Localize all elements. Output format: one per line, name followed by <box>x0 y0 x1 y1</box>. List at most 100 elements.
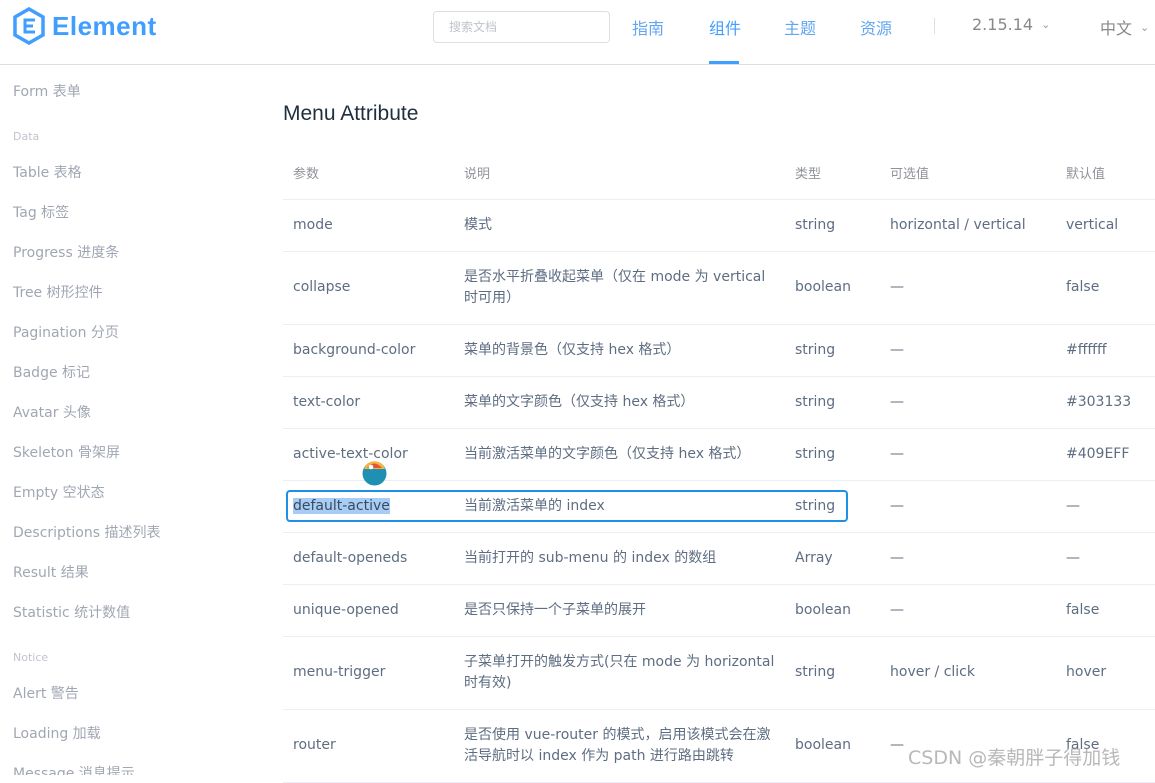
cell-type: string <box>785 376 880 429</box>
search-input[interactable]: 搜索文档 <box>433 11 610 43</box>
cell-options: — <box>880 584 1056 637</box>
cell-param: menu-trigger <box>283 636 454 710</box>
cell-param: router <box>283 709 454 783</box>
cell-options: — <box>880 251 1056 325</box>
page-title: Menu Attribute <box>283 102 419 125</box>
column-header-default: 默认值 <box>1056 147 1155 200</box>
nav-theme[interactable]: 主题 <box>784 15 816 39</box>
table-row: default-openeds 当前打开的 sub-menu 的 index 的… <box>283 532 1155 585</box>
cell-desc: 是否水平折叠收起菜单（仅在 mode 为 vertical 时可用） <box>454 251 785 325</box>
cell-default: #409EFF <box>1056 428 1155 481</box>
cell-default: false <box>1056 251 1155 325</box>
cell-type: Array <box>785 532 880 585</box>
cell-type: string <box>785 636 880 710</box>
cell-options: — <box>880 324 1056 377</box>
cell-desc: 当前激活菜单的 index <box>454 480 785 533</box>
column-header-param: 参数 <box>283 147 454 200</box>
logo-text: Element <box>52 10 157 41</box>
cell-param: text-color <box>283 376 454 429</box>
sidebar-item-alert[interactable]: Alert 警告 <box>13 683 79 703</box>
cell-type: boolean <box>785 584 880 637</box>
cell-desc: 是否只保持一个子菜单的展开 <box>454 584 785 637</box>
cell-desc: 子菜单打开的触发方式(只在 mode 为 horizontal 时有效) <box>454 636 785 710</box>
table-row: active-text-color 当前激活菜单的文字颜色（仅支持 hex 格式… <box>283 428 1155 481</box>
sidebar-item-skeleton[interactable]: Skeleton 骨架屏 <box>13 442 120 462</box>
cell-options: hover / click <box>880 636 1056 710</box>
cell-desc: 菜单的文字颜色（仅支持 hex 格式） <box>454 376 785 429</box>
language-select[interactable]: 中文 ⌄ <box>1100 15 1149 39</box>
table-row: mode 模式 string horizontal / vertical ver… <box>283 199 1155 252</box>
cell-param: mode <box>283 199 454 252</box>
table-row: text-color 菜单的文字颜色（仅支持 hex 格式） string — … <box>283 376 1155 429</box>
cell-type: string <box>785 199 880 252</box>
top-header: Element 搜索文档 指南 组件 主题 资源 2.15.14 ⌄ 中文 ⌄ <box>0 0 1155 65</box>
cell-desc: 模式 <box>454 199 785 252</box>
cell-param: background-color <box>283 324 454 377</box>
sidebar-item-table[interactable]: Table 表格 <box>13 162 82 182</box>
cell-options: — <box>880 428 1056 481</box>
cell-desc: 当前激活菜单的文字颜色（仅支持 hex 格式） <box>454 428 785 481</box>
cell-param: default-openeds <box>283 532 454 585</box>
cell-type: string <box>785 480 880 533</box>
cell-param: unique-opened <box>283 584 454 637</box>
nav-component[interactable]: 组件 <box>709 15 741 39</box>
table-header-row: 参数 说明 类型 可选值 默认值 <box>283 147 1155 200</box>
sidebar-item-progress[interactable]: Progress 进度条 <box>13 242 119 262</box>
cell-type: string <box>785 324 880 377</box>
cell-options: — <box>880 480 1056 533</box>
cell-desc: 是否使用 vue-router 的模式，启用该模式会在激活导航时以 index … <box>454 709 785 783</box>
chevron-down-icon: ⌄ <box>1041 18 1051 31</box>
sidebar-item-statistic[interactable]: Statistic 统计数值 <box>13 602 130 622</box>
sidebar-item-message[interactable]: Message 消息提示 <box>13 763 135 775</box>
cell-default: hover <box>1056 636 1155 710</box>
cell-default: #ffffff <box>1056 324 1155 377</box>
column-header-options: 可选值 <box>880 147 1056 200</box>
nav-resource[interactable]: 资源 <box>860 15 892 39</box>
nav-active-indicator <box>709 61 739 64</box>
cell-type: boolean <box>785 709 880 783</box>
cell-param[interactable]: default-active <box>283 480 454 533</box>
sidebar-item-form[interactable]: Form 表单 <box>13 81 81 101</box>
cell-desc: 当前打开的 sub-menu 的 index 的数组 <box>454 532 785 585</box>
table-row: collapse 是否水平折叠收起菜单（仅在 mode 为 vertical 时… <box>283 251 1155 325</box>
attribute-table: 参数 说明 类型 可选值 默认值 mode 模式 string horizont… <box>283 147 1155 783</box>
table-row: background-color 菜单的背景色（仅支持 hex 格式） stri… <box>283 324 1155 377</box>
sidebar-item-pagination[interactable]: Pagination 分页 <box>13 322 119 342</box>
column-header-type: 类型 <box>785 147 880 200</box>
extension-badge-icon[interactable] <box>361 460 388 487</box>
cell-default: — <box>1056 480 1155 533</box>
watermark-text: CSDN @秦朝胖子得加钱 <box>908 747 1121 769</box>
sidebar-item-tag[interactable]: Tag 标签 <box>13 202 69 222</box>
sidebar-item-avatar[interactable]: Avatar 头像 <box>13 402 91 422</box>
cell-options: horizontal / vertical <box>880 199 1056 252</box>
table-row-selected: default-active 当前激活菜单的 index string — — <box>283 480 1155 533</box>
cell-options: — <box>880 376 1056 429</box>
element-logo-icon <box>13 7 45 45</box>
element-logo[interactable]: Element <box>12 6 157 46</box>
nav-guide[interactable]: 指南 <box>632 15 664 39</box>
chevron-down-icon: ⌄ <box>1140 20 1150 34</box>
version-select[interactable]: 2.15.14 ⌄ <box>972 15 1050 34</box>
sidebar-item-loading[interactable]: Loading 加载 <box>13 723 101 743</box>
table-row: menu-trigger 子菜单打开的触发方式(只在 mode 为 horizo… <box>283 636 1155 710</box>
selected-text[interactable]: default-active <box>293 497 390 514</box>
cell-type: string <box>785 428 880 481</box>
sidebar-item-empty[interactable]: Empty 空状态 <box>13 482 105 502</box>
cell-type: boolean <box>785 251 880 325</box>
sidebar-item-tree[interactable]: Tree 树形控件 <box>13 282 103 302</box>
sidebar-item-result[interactable]: Result 结果 <box>13 562 89 582</box>
cell-default: — <box>1056 532 1155 585</box>
sidebar-group-notice: Notice <box>13 651 49 664</box>
cell-default: vertical <box>1056 199 1155 252</box>
cell-param: collapse <box>283 251 454 325</box>
sidebar-item-badge[interactable]: Badge 标记 <box>13 362 90 382</box>
cell-default: false <box>1056 584 1155 637</box>
side-nav: Form 表单 Data Table 表格 Tag 标签 Progress 进度… <box>0 66 240 775</box>
column-header-desc: 说明 <box>454 147 785 200</box>
table-row: unique-opened 是否只保持一个子菜单的展开 boolean — fa… <box>283 584 1155 637</box>
cell-default: #303133 <box>1056 376 1155 429</box>
sidebar-item-descriptions[interactable]: Descriptions 描述列表 <box>13 522 160 542</box>
version-label: 2.15.14 <box>972 15 1034 34</box>
cell-desc: 菜单的背景色（仅支持 hex 格式） <box>454 324 785 377</box>
sidebar-group-data: Data <box>13 130 40 143</box>
